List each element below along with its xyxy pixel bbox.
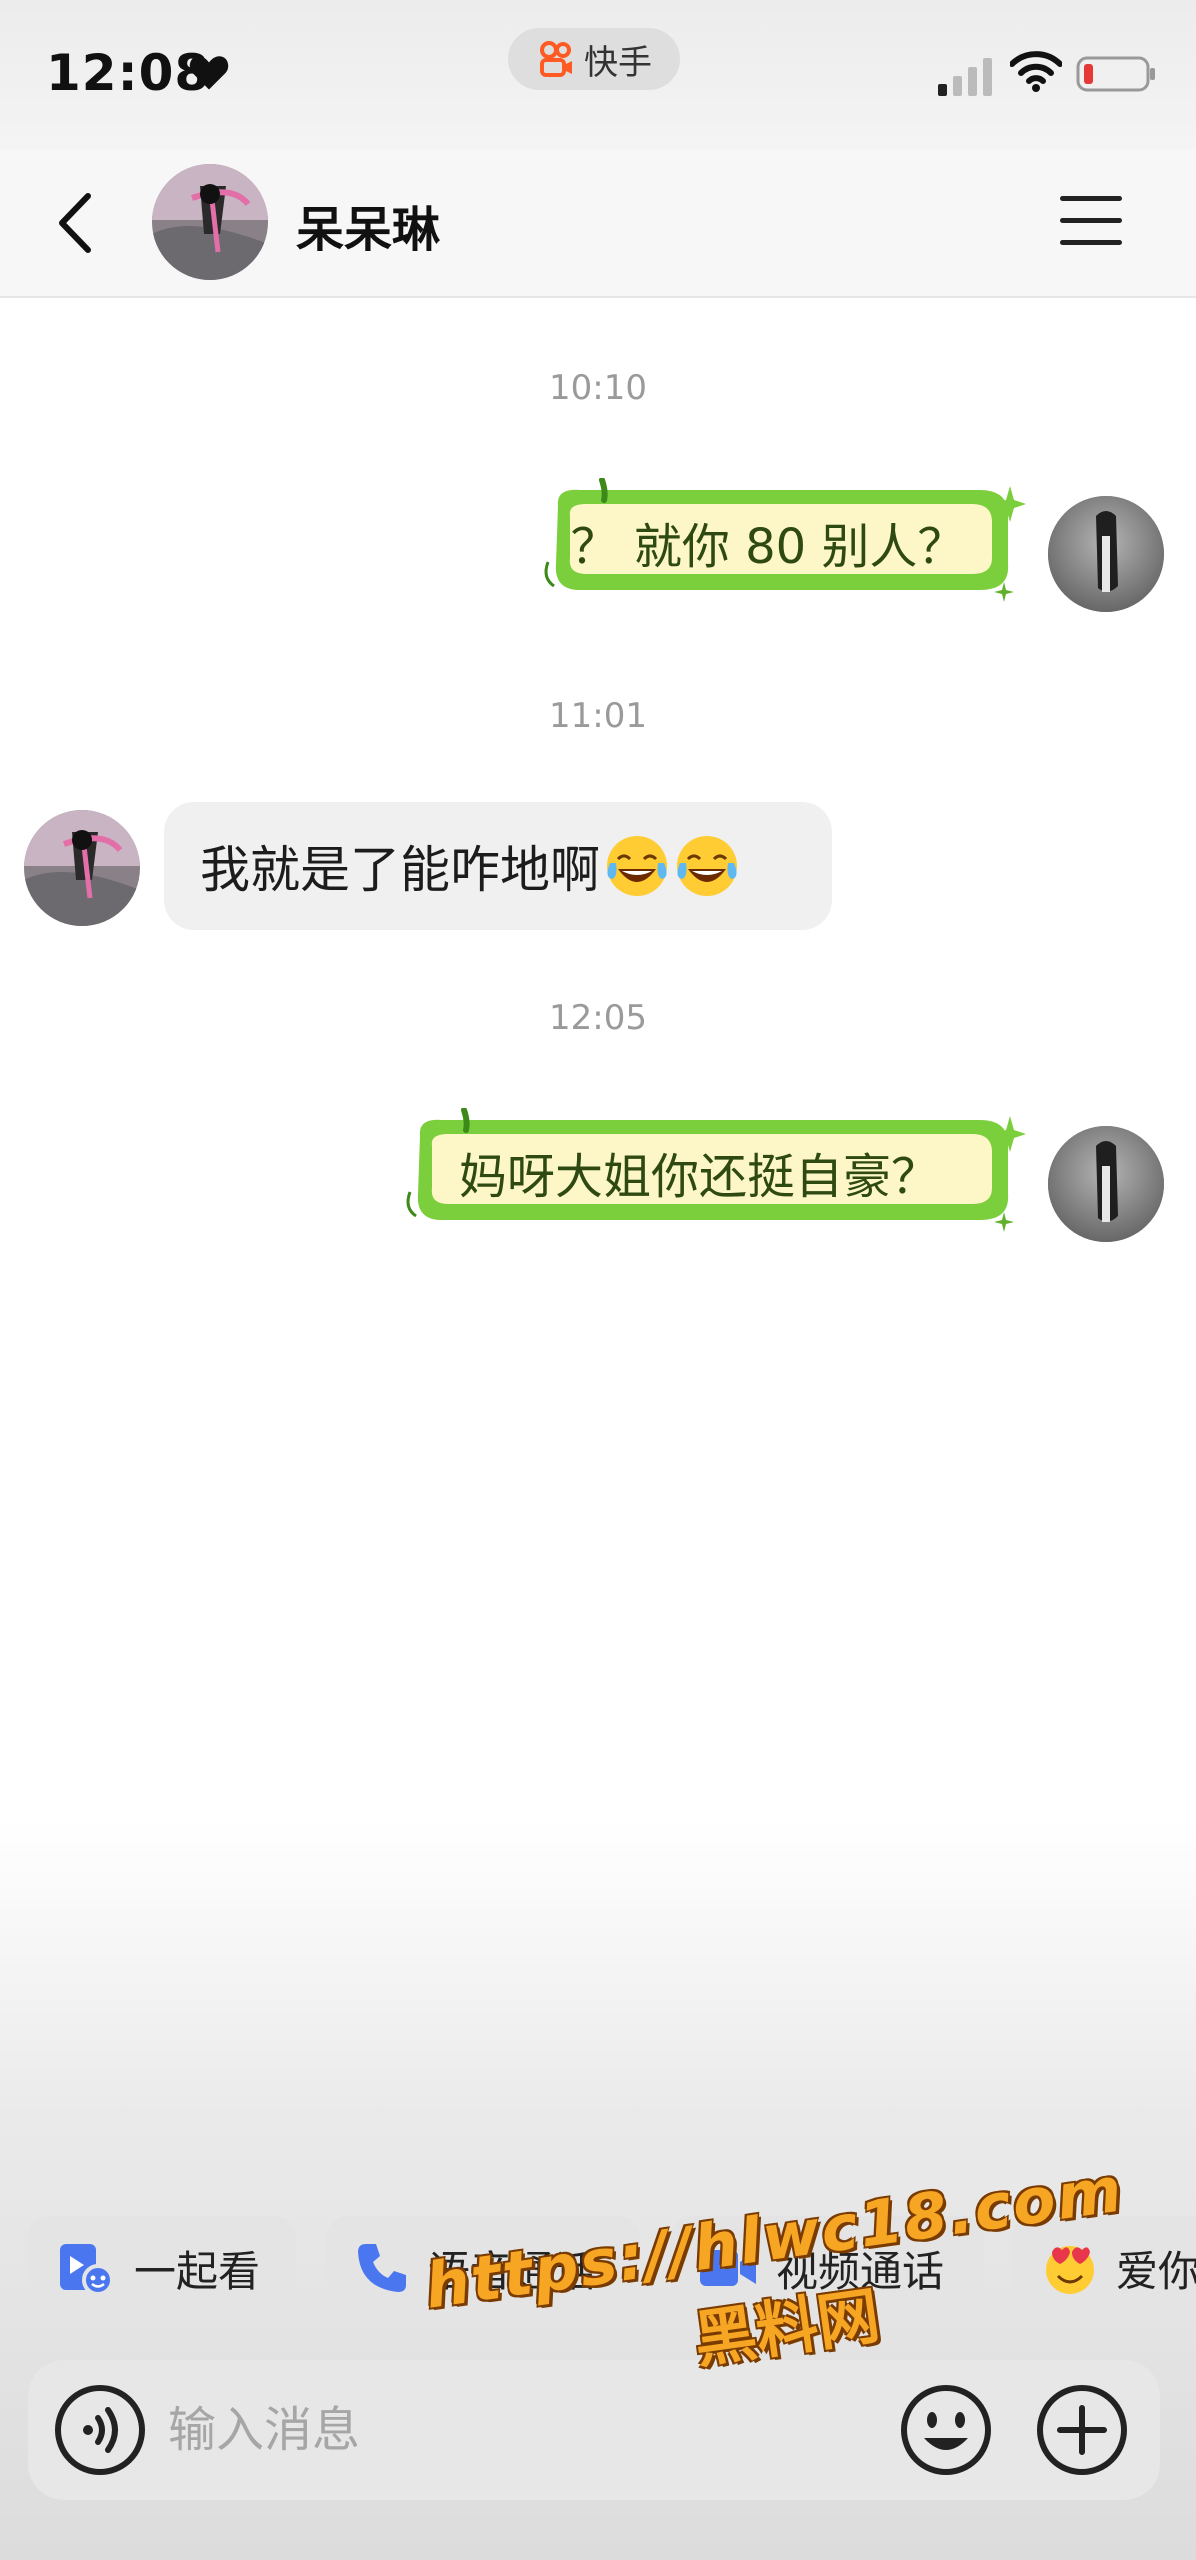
message-timestamp: 12:05 <box>549 998 647 1038</box>
kuaishou-icon <box>540 41 572 77</box>
back-icon[interactable] <box>50 190 100 256</box>
signal-icon <box>938 58 992 96</box>
outgoing-message-bubble[interactable]: 妈呀大姐你还挺自豪？ <box>402 1108 1026 1238</box>
message-text: 妈呀大姐你还挺自豪？ <box>458 1149 939 1205</box>
my-avatar[interactable] <box>1048 1126 1164 1242</box>
tears-of-joy-emoji <box>677 836 737 896</box>
incoming-message-bubble[interactable]: 我就是了能咋地啊 <box>164 802 832 930</box>
quick-action-bar[interactable]: 一起看 语音通话 视频通话 爱你 <box>0 2216 1196 2324</box>
status-bar: 12:08 快手 <box>0 0 1196 150</box>
voice-input-icon[interactable] <box>52 2382 148 2478</box>
contact-avatar-image <box>24 810 140 926</box>
chip-label: 视频通话 <box>776 2246 945 2296</box>
app-indicator[interactable]: 快手 <box>508 28 680 90</box>
contact-avatar-image <box>152 164 268 280</box>
video-camera-icon <box>700 2250 756 2286</box>
chip-label: 爱你 <box>1116 2246 1196 2296</box>
message-text: ？ 就你 80 别人？ <box>570 519 966 575</box>
my-avatar-image <box>1048 496 1164 612</box>
my-avatar-image <box>1048 1126 1164 1242</box>
love-you-chip[interactable]: 爱你 <box>1012 2216 1196 2320</box>
contact-avatar[interactable] <box>152 164 268 280</box>
tears-of-joy-emoji <box>607 836 667 896</box>
message-input[interactable] <box>168 2390 688 2470</box>
wifi-icon <box>1010 51 1062 92</box>
contact-avatar[interactable] <box>24 810 140 926</box>
chip-label: 语音通话 <box>428 2246 597 2296</box>
video-call-chip[interactable]: 视频通话 <box>670 2216 984 2320</box>
phone-icon <box>358 2244 406 2292</box>
message-input-bar <box>28 2360 1160 2500</box>
my-avatar[interactable] <box>1048 496 1164 612</box>
menu-icon[interactable] <box>1058 190 1124 252</box>
watch-together-chip[interactable]: 一起看 <box>28 2216 296 2320</box>
heart-icon <box>189 56 229 90</box>
heart-face-emoji <box>1046 2246 1094 2294</box>
chat-header: 呆呆琳 <box>0 150 1196 298</box>
battery-low-icon <box>1076 56 1155 92</box>
outgoing-message-bubble[interactable]: ？ 就你 80 别人？ <box>540 478 1026 608</box>
chip-label: 一起看 <box>134 2246 261 2296</box>
voice-call-chip[interactable]: 语音通话 <box>326 2216 640 2320</box>
contact-name: 呆呆琳 <box>296 202 441 258</box>
message-text: 我就是了能咋地啊 <box>200 841 600 899</box>
emoji-icon[interactable] <box>898 2382 994 2478</box>
message-timestamp: 10:10 <box>549 368 647 408</box>
status-time: 12:08 <box>46 44 211 102</box>
watch-together-icon <box>60 2244 114 2296</box>
message-timestamp: 11:01 <box>549 696 647 736</box>
plus-icon[interactable] <box>1034 2382 1130 2478</box>
app-name: 快手 <box>584 42 652 83</box>
